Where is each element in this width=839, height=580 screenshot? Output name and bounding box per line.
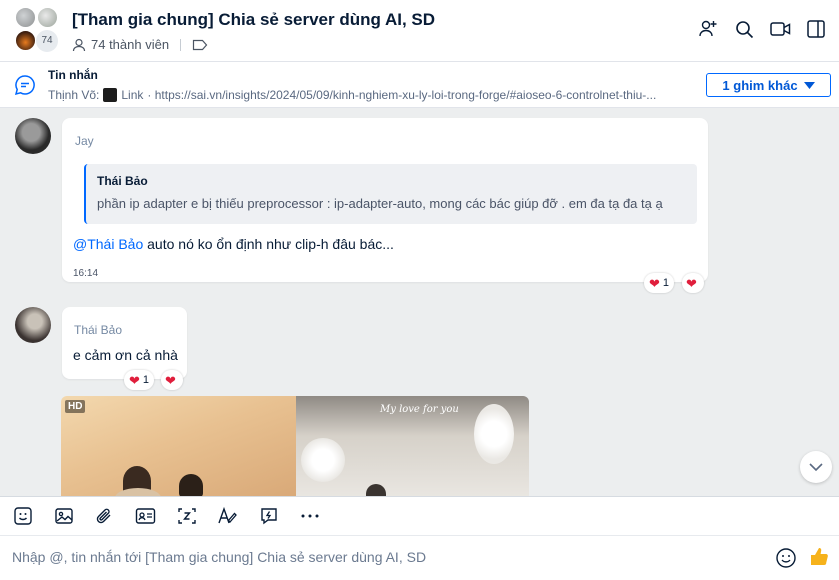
mention-link[interactable]: @Thái Bảo [73, 236, 143, 252]
reaction-summary[interactable]: ❤ 1 [124, 370, 155, 390]
reaction-count: 1 [662, 277, 670, 289]
divider [180, 38, 182, 51]
thumbs-up-icon [811, 548, 828, 565]
avatar[interactable] [15, 307, 51, 343]
more-pins-label: 1 ghim khác [722, 77, 798, 93]
heart-icon: ❤ [129, 372, 140, 388]
pinned-link-url[interactable]: · https://sai.vn/insights/2024/05/09/kin… [147, 88, 656, 102]
message-text: e cảm ơn cả nhà [73, 347, 178, 363]
member-avatar [15, 7, 36, 28]
heart-icon: ❤ [649, 275, 660, 291]
member-count-label[interactable]: 74 thành viên [91, 37, 169, 52]
flower-decoration [301, 438, 345, 482]
sender-name: Thái Bảo [74, 323, 123, 337]
quick-message-button[interactable] [257, 505, 280, 528]
avatar[interactable] [15, 118, 51, 154]
sticker-button[interactable] [11, 505, 34, 528]
heart-icon: ❤ [165, 372, 176, 388]
message-bubble-icon [14, 75, 35, 96]
quick-like-button[interactable] [808, 545, 832, 569]
image-icon [54, 508, 73, 524]
screenshot-button[interactable] [175, 505, 198, 528]
pinned-preview[interactable]: Thịnh Võ: Link · https://sai.vn/insights… [48, 88, 688, 102]
message-bubble[interactable]: Jay Thái Bảo phần ip adapter e bị thiếu … [62, 118, 708, 282]
message-text: @Thái Bảo auto nó ko ổn định như clip-h … [73, 236, 394, 252]
quoted-sender: Thái Bảo [97, 174, 148, 188]
sender-name: Jay [75, 134, 94, 148]
flower-decoration [474, 404, 514, 464]
photo-subject [115, 488, 161, 496]
photo-attachment[interactable]: HD My love for you [61, 396, 529, 496]
pinned-message-bar[interactable]: Tin nhắn Thịnh Võ: Link · https://sai.vn… [0, 62, 839, 108]
photo-caption: My love for you [380, 404, 459, 415]
text-format-icon [218, 506, 237, 524]
message-list[interactable]: Jay Thái Bảo phần ip adapter e bị thiếu … [0, 108, 839, 496]
lightning-message-icon [260, 508, 277, 525]
text-format-button[interactable] [216, 505, 239, 528]
member-info: 74 thành viên [72, 37, 208, 52]
pinned-title: Tin nhắn [48, 68, 98, 82]
smiley-icon [776, 548, 796, 568]
video-call-button[interactable] [769, 18, 791, 40]
more-icon [301, 514, 318, 518]
tag-icon[interactable] [192, 39, 208, 51]
photo-subject [179, 474, 203, 496]
photo-subject [366, 484, 386, 496]
member-avatar [15, 30, 36, 51]
photo-thumbnail[interactable]: My love for you [296, 396, 529, 496]
message-bubble[interactable]: Thái Bảo e cảm ơn cả nhà [62, 307, 187, 379]
add-member-button[interactable] [697, 18, 719, 40]
sidebar-panel-icon [807, 20, 825, 38]
message-input[interactable] [12, 549, 752, 565]
more-pins-button[interactable]: 1 ghim khác [706, 73, 831, 97]
chevron-down-icon [809, 462, 823, 471]
conversation-info-button[interactable] [805, 18, 827, 40]
member-count-badge: 74 [36, 30, 58, 52]
caret-down-icon [803, 81, 815, 89]
contact-card-icon [135, 508, 156, 524]
member-avatar [37, 7, 58, 28]
reaction-summary[interactable]: ❤ 1 [644, 273, 675, 293]
react-button[interactable]: ❤ [161, 370, 183, 390]
sticker-icon [13, 507, 32, 525]
react-button[interactable]: ❤ [682, 273, 704, 293]
quoted-text: phần ip adapter e bị thiếu preprocessor … [97, 196, 663, 211]
group-avatar[interactable]: 74 [13, 7, 61, 53]
message-body: auto nó ko ổn định như clip-h đâu bác... [143, 236, 394, 252]
video-icon [769, 22, 790, 36]
composer [0, 536, 839, 580]
quoted-message[interactable]: Thái Bảo phần ip adapter e bị thiếu prep… [84, 164, 697, 224]
composer-toolbar [0, 496, 839, 536]
screenshot-icon [177, 508, 196, 524]
link-thumbnail [103, 88, 118, 102]
contact-card-button[interactable] [134, 505, 157, 528]
emoji-button[interactable] [775, 547, 797, 569]
conversation-title[interactable]: [Tham gia chung] Chia sẻ server dùng AI,… [72, 10, 435, 30]
more-options-button[interactable] [298, 505, 321, 528]
paperclip-icon [96, 508, 110, 524]
message-time: 16:14 [73, 268, 99, 279]
add-user-icon [699, 20, 717, 37]
reaction-count: 1 [142, 374, 150, 386]
attach-file-button[interactable] [93, 505, 116, 528]
pinned-sender: Thịnh Võ: [48, 88, 100, 102]
person-icon [72, 38, 86, 51]
pinned-link-label: Link [121, 88, 144, 102]
heart-icon: ❤ [686, 275, 697, 291]
search-button[interactable] [733, 18, 755, 40]
conversation-header: 74 [Tham gia chung] Chia sẻ server dùng … [0, 0, 839, 62]
image-button[interactable] [52, 505, 75, 528]
search-icon [735, 20, 753, 38]
photo-thumbnail[interactable]: HD [61, 396, 296, 496]
hd-badge: HD [65, 400, 86, 413]
scroll-to-bottom-button[interactable] [800, 451, 832, 483]
